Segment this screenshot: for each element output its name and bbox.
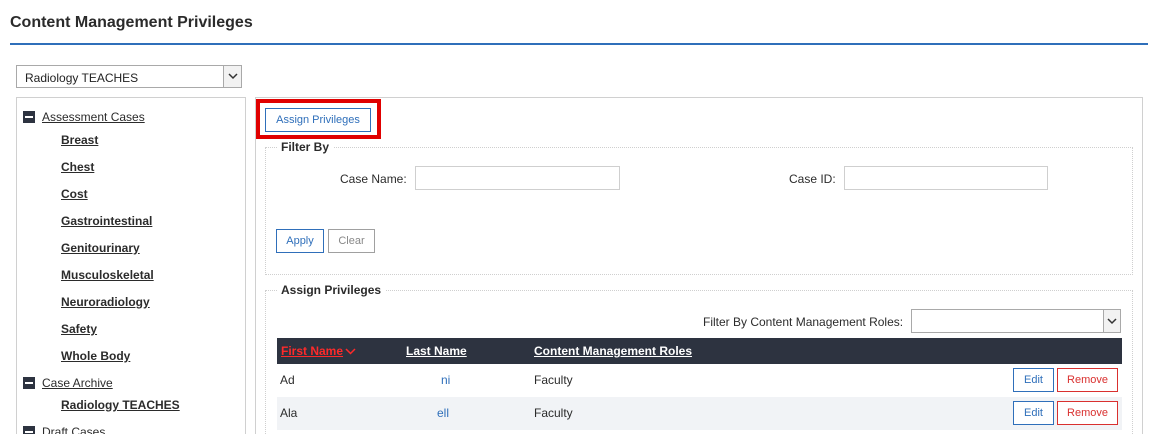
tree-group-case-archive[interactable]: Case Archive [23,376,113,390]
case-id-label: Case ID: [789,172,836,186]
collapse-icon[interactable] [23,111,35,123]
edit-button[interactable]: Edit [1013,368,1054,392]
assign-privileges-button[interactable]: Assign Privileges [265,108,371,132]
column-header-roles[interactable]: Content Management Roles [534,344,692,358]
last-name-cell[interactable]: ni [441,373,450,387]
last-name-cell[interactable]: ell [437,406,449,420]
roles-filter-label: Filter By Content Management Roles: [703,315,904,329]
page-title: Content Management Privileges [10,14,253,31]
chevron-down-icon[interactable] [1103,310,1120,332]
tree-group-label[interactable]: Case Archive [42,376,113,390]
case-name-input[interactable] [415,166,620,190]
tree-group-label[interactable]: Assessment Cases [42,110,145,124]
tree-item-musculoskeletal[interactable]: Musculoskeletal [61,268,154,282]
tree-item-safety[interactable]: Safety [61,322,97,336]
column-header-first-name[interactable]: First Name [281,344,356,358]
clear-button[interactable]: Clear [328,229,375,253]
chevron-down-icon[interactable] [223,66,241,87]
role-cell: Faculty [534,406,573,420]
roles-filter-select[interactable] [911,309,1121,333]
column-header-last-name[interactable]: Last Name [406,344,467,358]
first-name-cell: Ala [280,406,298,420]
tree-item-gastrointestinal[interactable]: Gastrointestinal [61,214,152,228]
sort-desc-icon [345,348,356,355]
case-id-input[interactable] [844,166,1048,190]
remove-button[interactable]: Remove [1057,401,1118,425]
remove-button[interactable]: Remove [1057,368,1118,392]
tree-group-draft-cases[interactable]: Draft Cases [23,425,105,434]
collapse-icon[interactable] [23,377,35,389]
collapse-icon[interactable] [23,426,35,434]
tree-item-radiology-teaches[interactable]: Radiology TEACHES [61,398,180,412]
program-select-value: Radiology TEACHES [25,71,139,85]
role-cell: Faculty [534,373,573,387]
title-divider [10,43,1148,45]
table-row: Ad ni Faculty [277,364,1122,397]
case-name-label: Case Name: [340,172,407,186]
content-tree: Assessment Cases Breast Chest Cost Gastr… [16,97,246,434]
apply-button[interactable]: Apply [276,229,324,253]
tree-group-assessment-cases[interactable]: Assessment Cases [23,110,145,124]
filter-legend: Filter By [277,140,334,154]
tree-item-cost[interactable]: Cost [61,187,88,201]
tree-item-chest[interactable]: Chest [61,160,94,174]
tree-group-label[interactable]: Draft Cases [42,425,105,434]
grid-header: First Name Last Name Content Management … [277,338,1122,364]
column-header-label: First Name [281,344,344,358]
first-name-cell: Ad [280,373,295,387]
assign-legend: Assign Privileges [277,283,386,297]
table-row: Ala ell Faculty [277,397,1122,430]
edit-button[interactable]: Edit [1013,401,1054,425]
program-select[interactable]: Radiology TEACHES [16,65,242,88]
tree-item-whole-body[interactable]: Whole Body [61,349,130,363]
tree-item-breast[interactable]: Breast [61,133,98,147]
tree-item-neuroradiology[interactable]: Neuroradiology [61,295,150,309]
tree-item-genitourinary[interactable]: Genitourinary [61,241,140,255]
